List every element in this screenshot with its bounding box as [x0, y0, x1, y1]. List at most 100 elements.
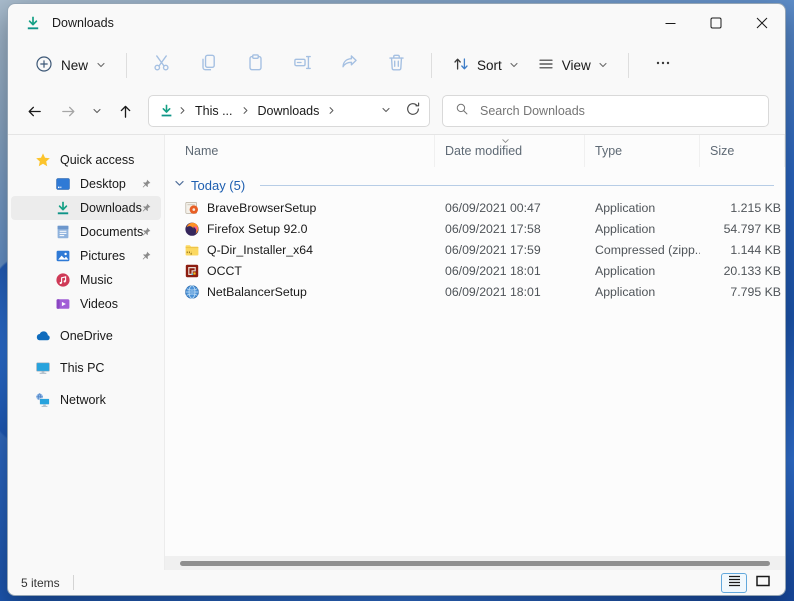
file-size-cell: 1.215 KB: [700, 201, 785, 215]
sidebar-item-label: This PC: [60, 361, 104, 375]
file-row-netbalancersetup[interactable]: NetBalancerSetup06/09/2021 18:01Applicat…: [165, 281, 785, 302]
search-box[interactable]: [442, 95, 769, 127]
sidebar-item-videos[interactable]: Videos: [11, 292, 161, 316]
netbalancer-icon: [184, 284, 200, 300]
sidebar-item-this-pc[interactable]: This PC: [11, 356, 161, 380]
column-header-type[interactable]: Type: [585, 135, 700, 167]
file-size-cell: 54.797 KB: [700, 222, 785, 236]
plus-circle-icon: [35, 55, 53, 76]
maximize-button[interactable]: [693, 4, 739, 42]
sidebar-item-label: Music: [80, 273, 113, 287]
file-date-cell: 06/09/2021 00:47: [435, 201, 585, 215]
file-name-cell: NetBalancerSetup: [165, 284, 435, 300]
delete-button[interactable]: [373, 48, 420, 82]
column-header-date-modified[interactable]: Date modified: [435, 135, 585, 167]
scrollbar-thumb[interactable]: [180, 561, 770, 566]
copy-button[interactable]: [185, 48, 232, 82]
sidebar-item-onedrive[interactable]: OneDrive: [11, 324, 161, 348]
chevron-down-icon: [598, 58, 608, 73]
group-divider-line: [260, 185, 774, 186]
collapse-group-icon[interactable]: [174, 176, 185, 194]
videos-icon: [55, 296, 71, 312]
horizontal-scrollbar[interactable]: [165, 556, 785, 570]
pin-icon: [140, 202, 152, 214]
address-dropdown-button[interactable]: [381, 102, 391, 120]
group-header[interactable]: Today (5): [165, 167, 785, 197]
paste-button[interactable]: [232, 48, 279, 82]
sidebar-item-pictures[interactable]: Pictures: [11, 244, 161, 268]
pin-icon: [140, 178, 152, 190]
pictures-icon: [55, 248, 71, 264]
sort-direction-icon: [501, 135, 510, 149]
sort-icon: [452, 55, 470, 76]
share-icon: [340, 53, 359, 77]
file-size-cell: 1.144 KB: [700, 243, 785, 257]
file-date-cell: 06/09/2021 17:59: [435, 243, 585, 257]
file-row-q-dir-installer-x64[interactable]: Q-Dir_Installer_x6406/09/2021 17:59Compr…: [165, 239, 785, 260]
sidebar-item-label: OneDrive: [60, 329, 113, 343]
brave-installer-icon: [184, 200, 200, 216]
column-header-label: Type: [595, 144, 622, 158]
status-bar: 5 items: [8, 570, 785, 595]
cut-button[interactable]: [138, 48, 185, 82]
forward-button[interactable]: [52, 96, 85, 126]
cut-icon: [152, 53, 171, 77]
column-headers: NameDate modified Type Size: [165, 135, 785, 167]
back-button[interactable]: [18, 96, 51, 126]
minimize-button[interactable]: [647, 4, 693, 42]
rename-button[interactable]: [279, 48, 326, 82]
view-icon: [537, 55, 555, 76]
sort-button-label: Sort: [477, 58, 502, 73]
sidebar-item-label: Desktop: [80, 177, 126, 191]
file-name-cell: OCCT: [165, 263, 435, 279]
file-date-cell: 06/09/2021 18:01: [435, 264, 585, 278]
window-title: Downloads: [52, 16, 114, 30]
sidebar-item-music[interactable]: Music: [11, 268, 161, 292]
thumbnails-view-icon: [756, 574, 770, 592]
firefox-icon: [184, 221, 200, 237]
breadcrumb-this-pc[interactable]: This ...: [190, 102, 238, 120]
downloads-icon: [25, 15, 41, 31]
breadcrumb-downloads[interactable]: Downloads: [253, 102, 325, 120]
sidebar-item-label: Network: [60, 393, 106, 407]
search-input[interactable]: [480, 104, 758, 118]
up-button[interactable]: [109, 96, 142, 126]
file-name-cell: Firefox Setup 92.0: [165, 221, 435, 237]
sort-button[interactable]: Sort: [443, 50, 528, 81]
file-type-cell: Application: [585, 264, 700, 278]
navigation-bar: This ... Downloads: [8, 88, 785, 135]
file-name-cell: Q-Dir_Installer_x64: [165, 242, 435, 258]
file-row-occt[interactable]: OCCT06/09/2021 18:01Application20.133 KB: [165, 260, 785, 281]
file-type-cell: Application: [585, 222, 700, 236]
view-button[interactable]: View: [528, 50, 617, 81]
sidebar-item-network[interactable]: Network: [11, 388, 161, 412]
sidebar-list: Quick access Desktop DownloadsDocumentsPic…: [8, 148, 164, 412]
documents-icon: [55, 224, 71, 240]
file-row-bravebrowsersetup[interactable]: BraveBrowserSetup06/09/2021 00:47Applica…: [165, 197, 785, 218]
downloads-icon: [159, 103, 175, 119]
file-type-cell: Compressed (zipp...: [585, 243, 700, 257]
column-header-size[interactable]: Size: [700, 135, 785, 167]
sidebar-item-downloads[interactable]: Downloads: [11, 196, 161, 220]
file-rows: BraveBrowserSetup06/09/2021 00:47Applica…: [165, 197, 785, 302]
details-view-button[interactable]: [721, 573, 747, 593]
details-view-icon: [728, 574, 741, 592]
recent-locations-button[interactable]: [86, 96, 108, 126]
address-bar[interactable]: This ... Downloads: [148, 95, 430, 127]
column-header-label: Size: [710, 144, 734, 158]
file-row-firefox-setup-92-0[interactable]: Firefox Setup 92.006/09/2021 17:58Applic…: [165, 218, 785, 239]
zip-folder-icon: [184, 242, 200, 258]
sidebar-item-desktop[interactable]: Desktop: [11, 172, 161, 196]
sidebar-item-documents[interactable]: Documents: [11, 220, 161, 244]
share-button[interactable]: [326, 48, 373, 82]
sidebar: Quick access Desktop DownloadsDocumentsPic…: [8, 135, 164, 570]
sidebar-item-quick-access[interactable]: Quick access: [11, 148, 161, 172]
see-more-button[interactable]: [640, 48, 687, 82]
column-header-name[interactable]: Name: [165, 135, 435, 167]
thumbnails-view-button[interactable]: [750, 573, 776, 593]
close-button[interactable]: [739, 4, 785, 42]
new-button[interactable]: New: [26, 50, 115, 81]
new-button-label: New: [61, 58, 88, 73]
refresh-button[interactable]: [405, 101, 421, 122]
music-icon: [55, 272, 71, 288]
